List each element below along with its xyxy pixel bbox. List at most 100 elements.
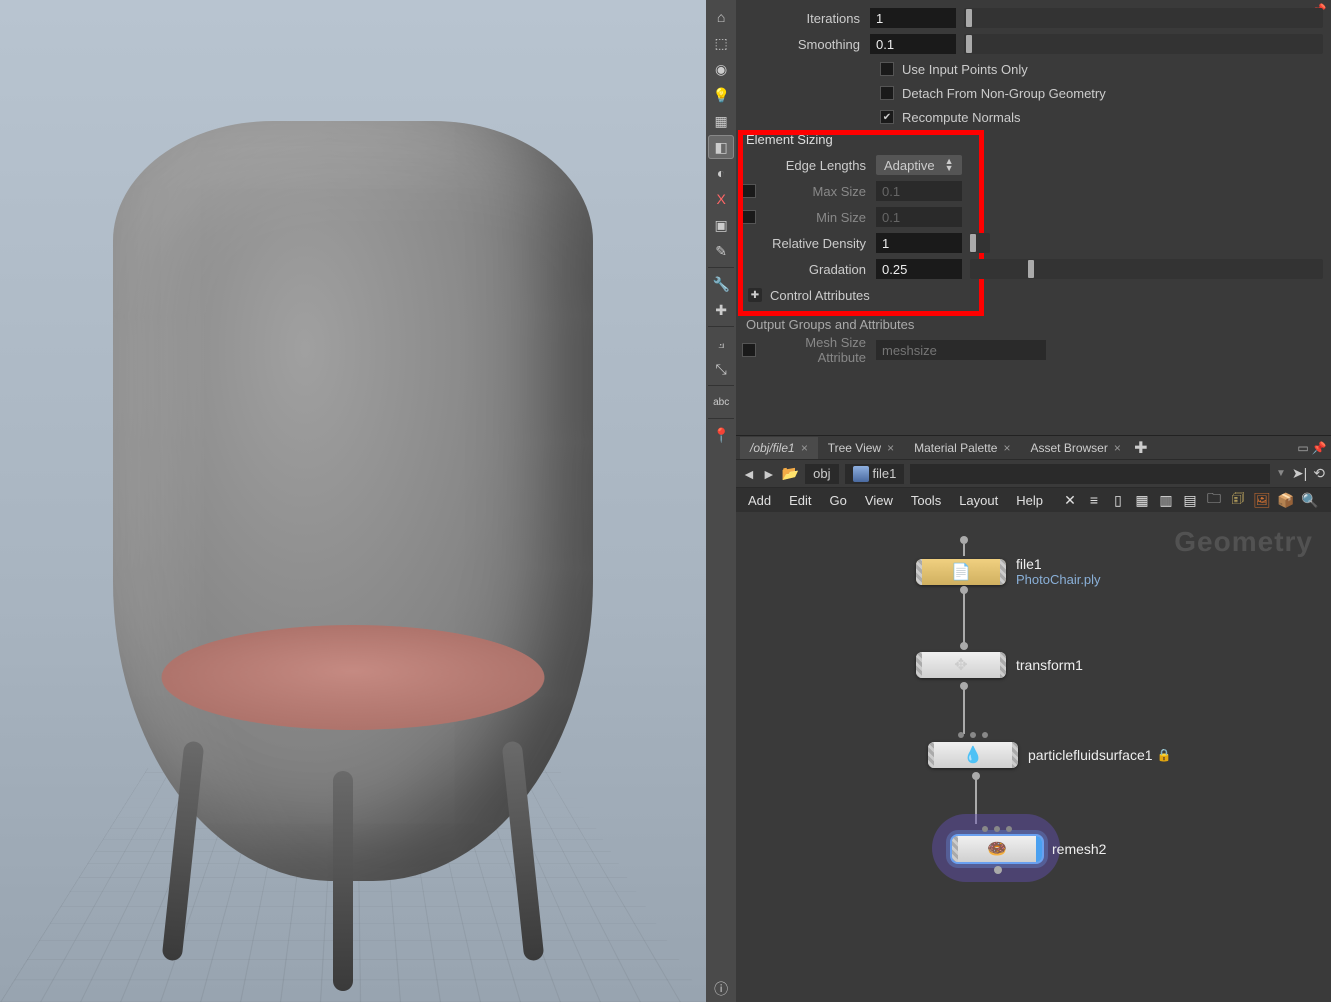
network-editor: /obj/file1× Tree View× Material Palette×… [736,435,1331,1002]
axis-icon[interactable]: ⤡ [708,357,734,381]
smoothing-label: Smoothing [742,37,870,52]
wireframe-icon[interactable]: ▣ [708,213,734,237]
smoothing-input[interactable] [870,34,956,54]
node-file1-sublabel: PhotoChair.ply [1016,572,1101,587]
nav-up-icon[interactable]: 📂 [782,465,799,482]
image-icon[interactable]: 🖼 [1253,491,1271,509]
min-size-label: Min Size [760,210,876,225]
iterations-label: Iterations [742,11,870,26]
control-attributes-label[interactable]: Control Attributes [770,288,870,303]
nav-back-icon[interactable]: ◄ [742,466,756,482]
close-icon[interactable]: × [1114,441,1121,455]
lightbulb-icon[interactable]: 💡 [708,83,734,107]
menu-tools[interactable]: Tools [911,493,941,508]
max-size-checkbox[interactable] [742,184,756,198]
nav-forward-icon[interactable]: ► [762,466,776,482]
parameter-panel: ▭ 📌 Iterations Smoothing Use Input Point… [736,0,1331,435]
expand-icon[interactable]: ✚ [748,288,762,302]
grid-icon[interactable]: ▥ [1157,491,1175,509]
pin-icon[interactable]: 📍 [708,423,734,447]
node-remesh2[interactable]: 🍩 remesh2 [952,836,1106,862]
menu-help[interactable]: Help [1016,493,1043,508]
element-sizing-header: Element Sizing [746,132,1323,147]
folder-icon[interactable]: 🗀 [1205,491,1223,509]
path-segment-file1[interactable]: file1 [845,464,905,484]
detach-checkbox[interactable] [880,86,894,100]
info-icon[interactable]: ⓘ [708,977,734,1001]
remesh-node-icon: 🍩 [988,840,1006,858]
tools-icon[interactable]: ✕ [1061,491,1079,509]
add-icon[interactable]: ✚ [708,298,734,322]
close-icon[interactable]: × [1003,441,1010,455]
menu-edit[interactable]: Edit [789,493,811,508]
wrench-icon[interactable]: 🔧 [708,272,734,296]
iterations-input[interactable] [870,8,956,28]
relative-density-input[interactable] [876,233,962,253]
menu-add[interactable]: Add [748,493,771,508]
shading-mode-icon[interactable]: ◧ [708,135,734,159]
recompute-normals-checkbox[interactable] [880,110,894,124]
network-tab-bar: /obj/file1× Tree View× Material Palette×… [736,436,1331,460]
close-icon[interactable]: × [801,441,808,455]
min-size-checkbox[interactable] [742,210,756,224]
tab-asset-browser[interactable]: Asset Browser× [1020,437,1130,459]
list-icon[interactable]: ≡ [1085,491,1103,509]
gradation-slider[interactable] [970,259,1323,279]
geo-node-icon [853,466,869,482]
node-file1[interactable]: 📄 file1 PhotoChair.ply [916,556,1101,587]
use-input-points-checkbox[interactable] [880,62,894,76]
gradation-input[interactable] [876,259,962,279]
edge-lengths-dropdown[interactable]: Adaptive ▲▼ [876,155,962,175]
node-particlefluidsurface1[interactable]: 💧 particlefluidsurface1🔒 [928,742,1171,768]
dropdown-arrows-icon: ▲▼ [945,158,954,172]
select-tool-icon[interactable]: ⬚ [708,31,734,55]
note-icon[interactable]: 🗊 [1229,491,1247,509]
iterations-slider[interactable] [964,8,1323,28]
edge-lengths-label: Edge Lengths [742,158,876,173]
pin-panel-icon[interactable]: 📌 [1311,440,1327,456]
minimize-icon[interactable]: ▭ [1295,440,1311,456]
grid-visibility-icon[interactable]: ▦ [708,109,734,133]
box-icon[interactable]: 📦 [1277,491,1295,509]
min-size-input [876,207,962,227]
globe-icon[interactable]: ◉ [708,57,734,81]
file-node-icon: 📄 [952,563,970,581]
use-input-points-label: Use Input Points Only [902,62,1028,77]
sync-icon[interactable]: ⟲ [1313,465,1325,482]
path-segment-obj[interactable]: obj [805,464,838,484]
max-size-input [876,181,962,201]
text-tool-icon[interactable]: abc [708,390,734,414]
node-transform1[interactable]: ✥ transform1 [916,652,1083,678]
lock-icon: 🔒 [1157,748,1172,762]
gradation-label: Gradation [742,262,876,277]
brush-tool-icon[interactable]: ✎ [708,239,734,263]
node-pfs-label: particlefluidsurface1 [1028,747,1153,763]
node-graph-canvas[interactable]: Geometry 📄 file1 PhotoChair.ply ✥ transf… [736,512,1331,1002]
node-transform1-label: transform1 [1016,657,1083,673]
mesh-size-attr-checkbox[interactable] [742,343,756,357]
relative-density-slider[interactable] [970,233,990,253]
path-dropdown-icon[interactable]: ▼ [1276,468,1286,479]
close-icon[interactable]: × [887,441,894,455]
visibility-icon[interactable]: ◐ [708,161,734,185]
menu-go[interactable]: Go [830,493,847,508]
viewport-3d[interactable] [0,0,706,1002]
transform-node-icon: ✥ [952,656,970,674]
max-size-label: Max Size [760,184,876,199]
measure-icon[interactable]: ⟓ [708,331,734,355]
tab-material-palette[interactable]: Material Palette× [904,437,1020,459]
path-field[interactable] [910,464,1270,484]
tab-obj-file1[interactable]: /obj/file1× [740,437,818,459]
menu-layout[interactable]: Layout [959,493,998,508]
home-icon[interactable]: ⌂ [708,5,734,29]
grid2-icon[interactable]: ▤ [1181,491,1199,509]
palette-icon[interactable]: ▦ [1133,491,1151,509]
smoothing-slider[interactable] [964,34,1323,54]
menu-view[interactable]: View [865,493,893,508]
node-view-icon[interactable]: ▯ [1109,491,1127,509]
tab-tree-view[interactable]: Tree View× [818,437,904,459]
add-tab-icon[interactable]: ✚ [1131,438,1151,458]
jump-icon[interactable]: ➤| [1292,465,1307,482]
x-axis-icon[interactable]: X [708,187,734,211]
search-icon[interactable]: 🔍 [1301,491,1319,509]
